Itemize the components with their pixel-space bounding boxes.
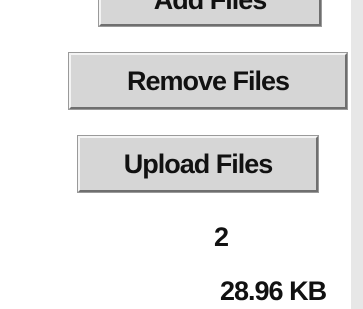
file-count: 2: [214, 222, 229, 252]
remove-files-button[interactable]: Remove Files: [68, 52, 348, 110]
upload-files-button[interactable]: Upload Files: [77, 135, 319, 193]
panel-edge: [351, 0, 363, 309]
upload-panel: Add Files Remove Files Upload Files 2 28…: [0, 0, 363, 309]
total-size: 28.96 KB: [220, 276, 327, 306]
add-files-button[interactable]: Add Files: [98, 0, 322, 27]
